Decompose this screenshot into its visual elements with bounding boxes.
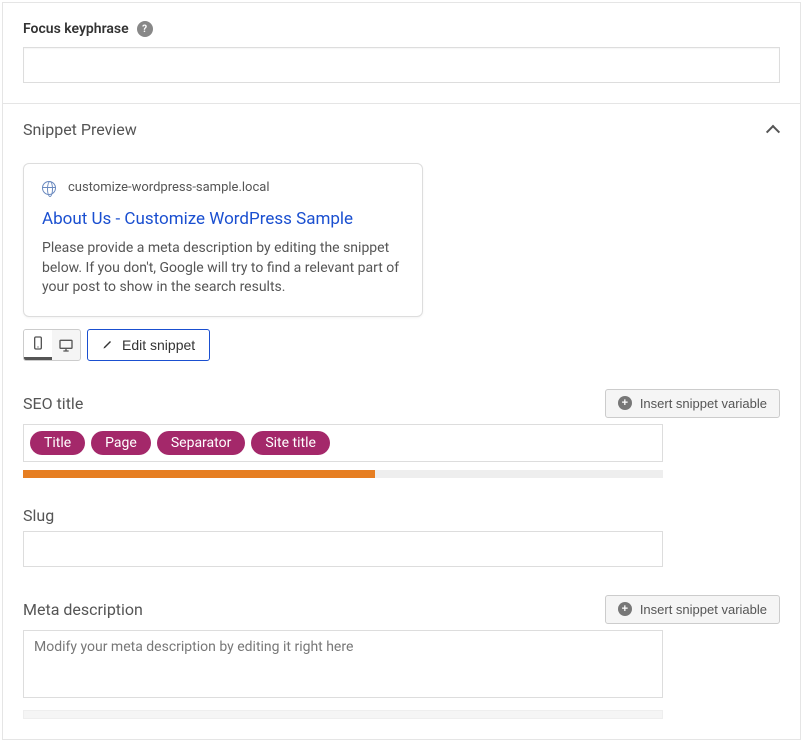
focus-keyphrase-label-text: Focus keyphrase bbox=[23, 21, 129, 37]
globe-icon bbox=[42, 181, 56, 195]
snippet-preview-header[interactable]: Snippet Preview bbox=[23, 120, 780, 139]
mobile-preview-button[interactable] bbox=[24, 330, 52, 360]
seo-title-progress bbox=[23, 470, 663, 478]
seo-title-field: SEO title + Insert snippet variable Titl… bbox=[23, 389, 780, 478]
focus-keyphrase-input[interactable] bbox=[23, 47, 780, 83]
phone-icon bbox=[30, 335, 46, 351]
seo-title-input[interactable]: Title Page Separator Site title bbox=[23, 424, 663, 462]
seo-title-pill-sitetitle[interactable]: Site title bbox=[251, 431, 330, 455]
snippet-preview-site: customize-wordpress-sample.local bbox=[42, 180, 404, 195]
slug-field: Slug bbox=[23, 506, 780, 567]
snippet-preview-panel: Snippet Preview customize-wordpress-samp… bbox=[2, 104, 801, 740]
meta-description-progress bbox=[23, 710, 663, 719]
snippet-preview-title: Snippet Preview bbox=[23, 120, 137, 139]
plus-circle-icon: + bbox=[618, 396, 632, 410]
help-icon[interactable]: ? bbox=[137, 21, 153, 37]
plus-circle-icon: + bbox=[618, 602, 632, 616]
edit-snippet-button[interactable]: Edit snippet bbox=[87, 329, 210, 361]
meta-insert-label: Insert snippet variable bbox=[640, 602, 767, 617]
pencil-icon bbox=[102, 337, 114, 353]
meta-description-field: Meta description + Insert snippet variab… bbox=[23, 595, 780, 719]
slug-input[interactable] bbox=[23, 531, 663, 567]
snippet-preview-page-title[interactable]: About Us - Customize WordPress Sample bbox=[42, 209, 404, 229]
snippet-preview-card: customize-wordpress-sample.local About U… bbox=[23, 163, 423, 317]
desktop-icon bbox=[58, 337, 74, 353]
focus-keyphrase-label: Focus keyphrase ? bbox=[23, 21, 153, 37]
seo-title-pill-title[interactable]: Title bbox=[30, 431, 85, 455]
meta-description-input[interactable] bbox=[23, 630, 663, 698]
chevron-up-icon bbox=[768, 124, 780, 136]
meta-insert-variable-button[interactable]: + Insert snippet variable bbox=[605, 595, 780, 624]
snippet-preview-description: Please provide a meta description by edi… bbox=[42, 239, 404, 298]
seo-title-pill-separator[interactable]: Separator bbox=[157, 431, 245, 455]
snippet-preview-url: customize-wordpress-sample.local bbox=[68, 180, 269, 195]
desktop-preview-button[interactable] bbox=[52, 330, 80, 360]
edit-snippet-label: Edit snippet bbox=[122, 337, 195, 353]
seo-title-progress-fill bbox=[23, 470, 375, 478]
focus-keyphrase-panel: Focus keyphrase ? bbox=[2, 2, 801, 104]
seo-title-insert-label: Insert snippet variable bbox=[640, 396, 767, 411]
meta-description-label: Meta description bbox=[23, 600, 143, 619]
seo-title-insert-variable-button[interactable]: + Insert snippet variable bbox=[605, 389, 780, 418]
seo-title-pill-page[interactable]: Page bbox=[91, 431, 151, 455]
device-toggle-group bbox=[23, 329, 81, 361]
preview-mode-toolbar: Edit snippet bbox=[23, 329, 780, 361]
seo-title-label: SEO title bbox=[23, 394, 83, 413]
slug-label: Slug bbox=[23, 506, 54, 525]
